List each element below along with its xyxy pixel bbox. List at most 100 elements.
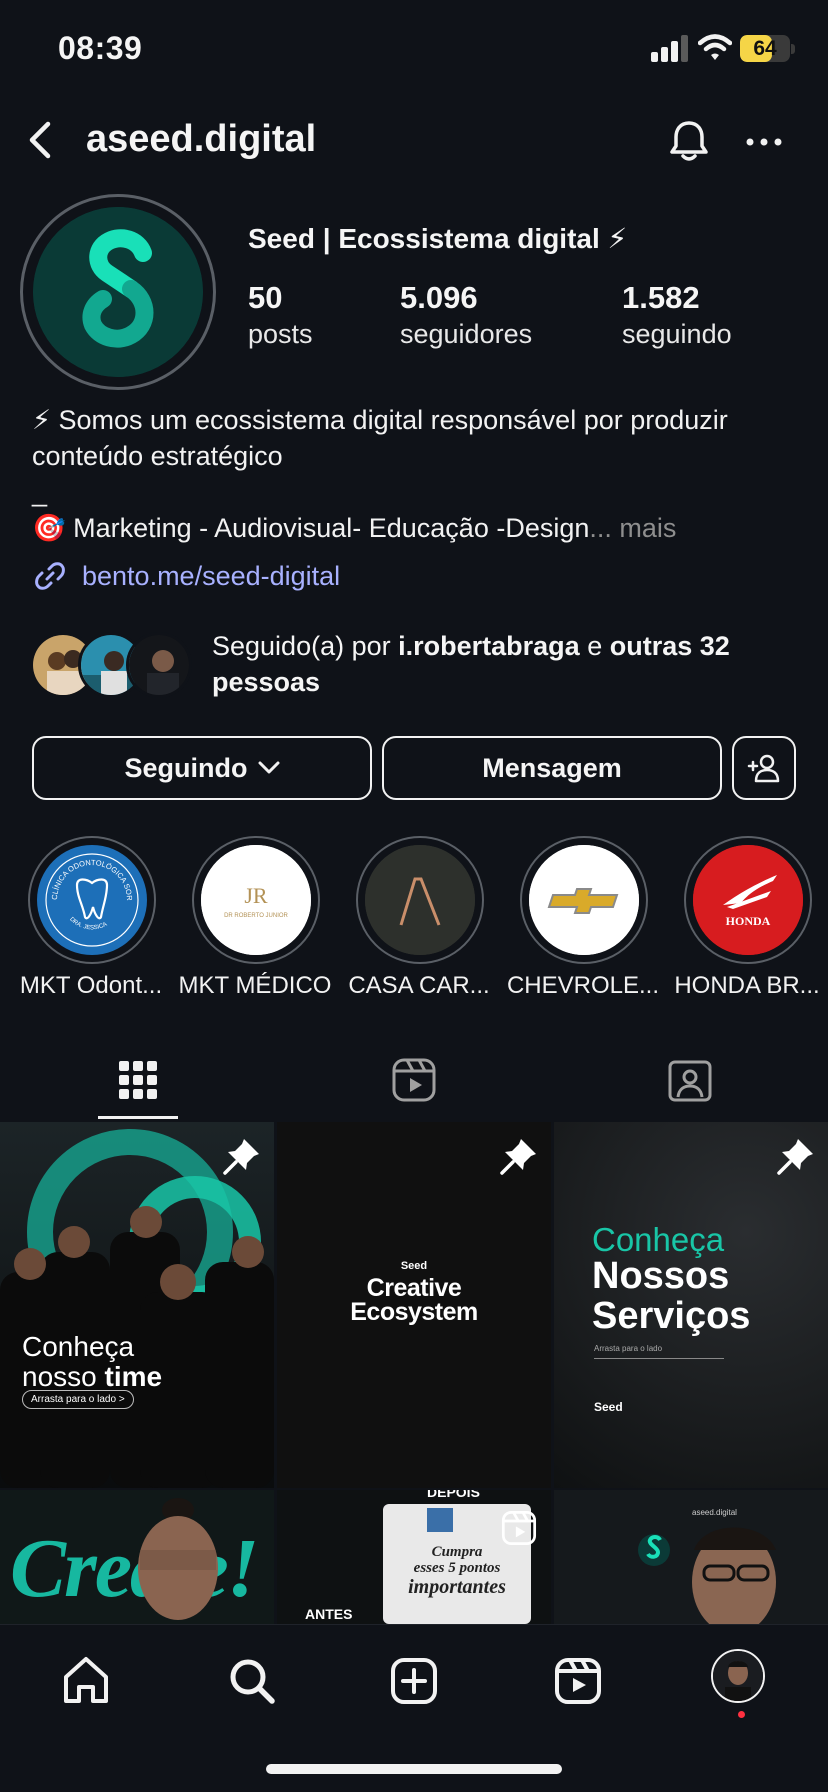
highlight-label: MKT MÉDICO xyxy=(178,972,332,999)
battery-percent: 64 xyxy=(753,37,777,60)
bell-icon[interactable] xyxy=(666,118,712,164)
profile-link[interactable]: bento.me/seed-digital xyxy=(32,556,340,596)
mutual-avatar xyxy=(126,632,192,698)
post-label-bottom: ANTES xyxy=(305,1606,353,1622)
followed-by-text: Seguido(a) por i.robertabraga e outras 3… xyxy=(212,631,730,697)
signal-icon xyxy=(651,35,688,62)
pin-icon xyxy=(777,1139,813,1175)
svg-text:HONDA: HONDA xyxy=(726,914,771,928)
highlight-cover: JR DR ROBERTO JUNIOR xyxy=(201,845,311,955)
message-button[interactable]: Mensagem xyxy=(382,736,722,800)
profile-header: aseed.digital xyxy=(0,100,828,182)
post-thumbnail[interactable]: Seed Creative Ecosystem xyxy=(277,1122,551,1488)
person-photo xyxy=(138,1498,218,1620)
post-thumbnail[interactable]: DEPOIS Cumpra esses 5 pontos importantes… xyxy=(277,1490,551,1624)
tab-tagged[interactable] xyxy=(552,1040,828,1120)
active-tab-indicator xyxy=(98,1116,178,1119)
post-caption: Conheça nosso time xyxy=(22,1331,163,1392)
stat-value: 50 xyxy=(248,280,283,315)
highlight-casa-car[interactable]: CASA CAR... xyxy=(336,836,502,1010)
create-icon[interactable] xyxy=(384,1651,444,1711)
link-icon xyxy=(35,562,65,590)
svg-text:CLÍNICA ODONTOLÓGICA SORRISO: CLÍNICA ODONTOLÓGICA SORRISO xyxy=(37,845,134,901)
add-person-button[interactable] xyxy=(732,736,796,800)
highlight-honda[interactable]: HONDA HONDA BR... xyxy=(664,836,828,1010)
stat-value: 1.582 xyxy=(622,280,700,315)
profile-screenshot-photo xyxy=(638,1527,776,1624)
highlight-label: HONDA BR... xyxy=(674,972,820,999)
team-photo xyxy=(0,1122,274,1488)
more-icon[interactable] xyxy=(744,122,784,162)
post-cta: Arrasta para o lado xyxy=(594,1344,663,1353)
bio-line: _ xyxy=(32,477,48,507)
message-button-label: Mensagem xyxy=(482,752,622,783)
back-icon[interactable] xyxy=(22,120,56,160)
tagged-icon xyxy=(668,1060,712,1102)
tooth-logo-icon: CLÍNICA ODONTOLÓGICA SORRISO DRA. JESSIC… xyxy=(37,845,139,947)
profile-avatar[interactable] xyxy=(711,1649,765,1703)
highlight-label: CHEVROLE... xyxy=(506,972,660,999)
reels-nav-icon[interactable] xyxy=(548,1651,608,1711)
tab-reels[interactable] xyxy=(276,1040,552,1120)
highlight-cover xyxy=(365,845,475,955)
highlight-cover: HONDA xyxy=(693,845,803,955)
highlight-cover: CLÍNICA ODONTOLÓGICA SORRISO DRA. JESSIC… xyxy=(37,845,147,955)
stat-following[interactable]: 1.582 seguindo xyxy=(622,280,732,352)
tab-posts-grid[interactable] xyxy=(0,1040,276,1120)
bio-more-link[interactable]: mais xyxy=(612,513,676,543)
svg-text:DR ROBERTO JUNIOR: DR ROBERTO JUNIOR xyxy=(224,913,288,919)
home-indicator xyxy=(266,1764,562,1774)
post-brand: Seed xyxy=(594,1400,623,1414)
highlight-mkt-odonto[interactable]: CLÍNICA ODONTOLÓGICA SORRISO DRA. JESSIC… xyxy=(8,836,174,1010)
stat-followers[interactable]: 5.096 seguidores xyxy=(400,280,532,352)
post-brand: Seed xyxy=(400,1260,428,1272)
post-thumbnail[interactable]: aseed.digital xyxy=(554,1490,828,1624)
pin-icon xyxy=(223,1139,259,1175)
bio-line: ⚡ Somos um ecossistema digital responsáv… xyxy=(32,405,728,435)
stat-posts[interactable]: 50 posts xyxy=(248,280,313,352)
bio-text: 🎯 Marketing - Audiovisual- Educação -Des… xyxy=(32,513,590,543)
post-cta: Arrasta para o lado > xyxy=(22,1390,134,1409)
link-text: bento.me/seed-digital xyxy=(82,560,341,591)
svg-text:JR: JR xyxy=(244,883,268,908)
highlight-cover xyxy=(529,845,639,955)
profile-username: aseed.digital xyxy=(86,118,317,160)
following-button[interactable]: Seguindo xyxy=(32,736,372,800)
pin-icon xyxy=(500,1139,536,1175)
status-bar: 08:39 64 xyxy=(0,0,828,100)
honda-wing-icon: HONDA xyxy=(693,845,803,955)
profile-bio: ⚡ Somos um ecossistema digital responsáv… xyxy=(32,402,802,546)
bio-line-last: 🎯 Marketing - Audiovisual- Educação -Des… xyxy=(32,510,802,546)
post-caption: Nossos Serviços xyxy=(592,1255,751,1337)
highlight-label: MKT Odont... xyxy=(19,972,163,999)
post-thumbnail[interactable]: Create! xyxy=(0,1490,274,1624)
following-button-label: Seguindo xyxy=(124,752,248,783)
mutual-followers[interactable]: Seguido(a) por i.robertabraga e outras 3… xyxy=(30,628,810,702)
post-caption-accent: Conheça xyxy=(592,1221,725,1258)
profile-avatar[interactable] xyxy=(20,194,216,390)
stat-label: seguidores xyxy=(400,319,533,349)
highlight-mkt-medico[interactable]: JR DR ROBERTO JUNIOR MKT MÉDICO xyxy=(172,836,338,1010)
post-thumbnail[interactable]: Conheça nosso time Arrasta para o lado > xyxy=(0,1122,274,1488)
stat-label: posts xyxy=(248,319,313,349)
post-thumbnail[interactable]: Conheça Nossos Serviços Arrasta para o l… xyxy=(554,1122,828,1488)
medico-logo-icon: JR DR ROBERTO JUNIOR xyxy=(201,845,311,955)
battery-icon: 64 xyxy=(740,35,796,62)
post-caption: Cumpra esses 5 pontos importantes xyxy=(408,1544,506,1598)
stat-value: 5.096 xyxy=(400,280,478,315)
bio-ellipsis: ... xyxy=(589,513,612,543)
stat-label: seguindo xyxy=(622,319,732,349)
bio-line: conteúdo estratégico xyxy=(32,441,283,471)
status-time: 08:39 xyxy=(58,30,143,66)
reels-icon xyxy=(392,1058,436,1102)
grid-icon xyxy=(119,1061,157,1099)
chevron-down-icon xyxy=(258,761,279,774)
home-icon[interactable] xyxy=(56,1651,116,1711)
profile-display-name: Seed | Ecossistema digital ⚡ xyxy=(248,223,628,254)
post-label-top: DEPOIS xyxy=(427,1490,480,1500)
divider xyxy=(594,1358,724,1359)
post-caption: Creative Ecosystem xyxy=(350,1274,478,1326)
search-icon[interactable] xyxy=(222,1651,282,1711)
chevrolet-bowtie-icon xyxy=(529,845,639,955)
highlight-chevrolet[interactable]: CHEVROLE... xyxy=(500,836,666,1010)
